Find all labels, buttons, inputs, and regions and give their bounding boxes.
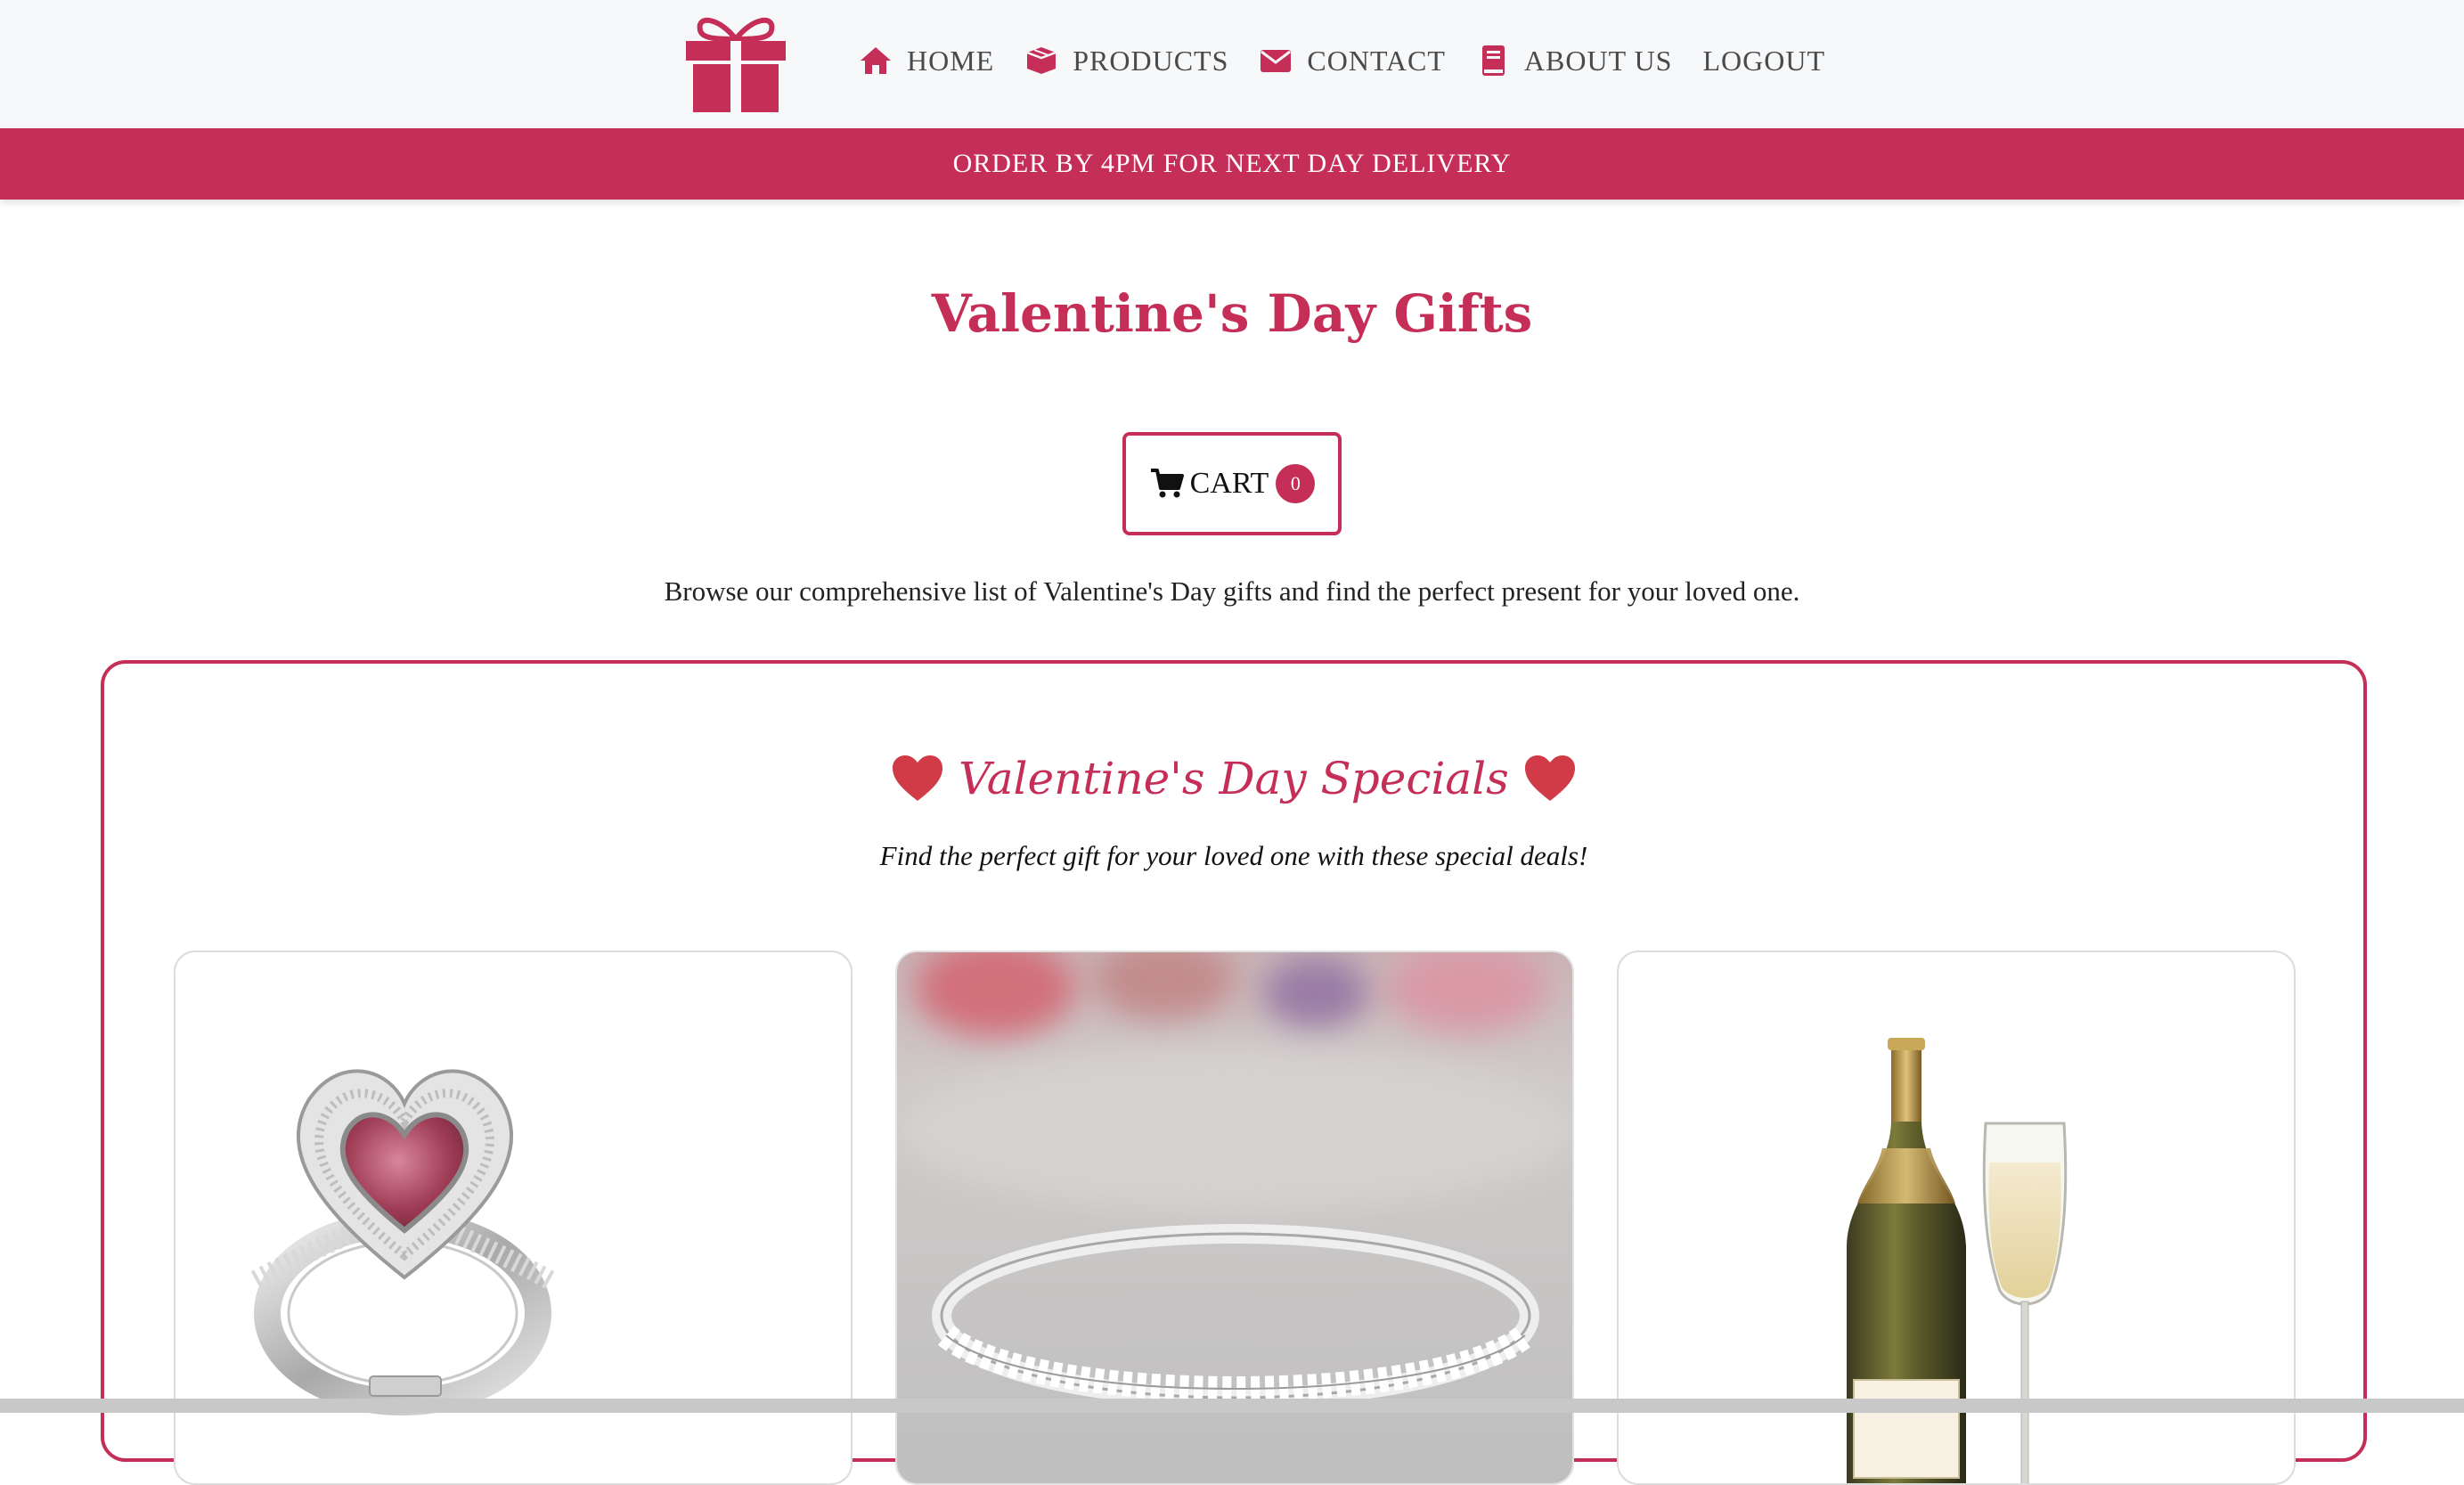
nav-logout-label: LOGOUT (1702, 44, 1825, 77)
nav-contact[interactable]: CONTACT (1259, 44, 1446, 78)
cart-count-badge: 0 (1276, 464, 1316, 503)
horizontal-scrollbar[interactable] (0, 1399, 2464, 1413)
nav-products[interactable]: PRODUCTS (1024, 44, 1228, 78)
home-icon (861, 47, 891, 74)
shopping-cart-icon (1150, 469, 1184, 498)
heart-icon (893, 755, 943, 801)
cart-label: CART (1189, 467, 1269, 500)
navbar: HOME PRODUCTS CONTACT ABOUT US LOGOUT (0, 0, 2464, 128)
nav-home-label: HOME (907, 44, 995, 77)
delivery-banner-text: ORDER BY 4PM FOR NEXT DAY DELIVERY (952, 149, 1512, 178)
main-nav: HOME PRODUCTS CONTACT ABOUT US LOGOUT (859, 39, 1856, 82)
cart-button[interactable]: CART 0 (1122, 432, 1342, 535)
gift-logo-icon[interactable] (684, 9, 787, 112)
specials-section: Valentine's Day Specials Find the perfec… (101, 660, 2367, 1485)
envelope-icon (1261, 50, 1292, 72)
nav-logout[interactable]: LOGOUT (1702, 45, 1825, 78)
nav-about[interactable]: ABOUT US (1476, 44, 1673, 78)
heart-icon (1524, 755, 1575, 801)
specials-subtitle: Find the perfect gift for your loved one… (879, 840, 1588, 871)
intro-text: Browse our comprehensive list of Valenti… (664, 575, 1800, 607)
page-title: Valentine's Day Gifts (931, 283, 1533, 344)
nav-contact-label: CONTACT (1307, 44, 1446, 77)
box-icon (1026, 47, 1057, 74)
nav-products-label: PRODUCTS (1073, 44, 1229, 77)
nav-home[interactable]: HOME (859, 44, 994, 78)
book-icon (1481, 45, 1505, 76)
specials-heading: Valentine's Day Specials (104, 753, 2363, 804)
delivery-banner: ORDER BY 4PM FOR NEXT DAY DELIVERY (0, 128, 2464, 200)
nav-about-label: ABOUT US (1523, 44, 1673, 77)
specials-title: Valentine's Day Specials (959, 753, 1509, 804)
